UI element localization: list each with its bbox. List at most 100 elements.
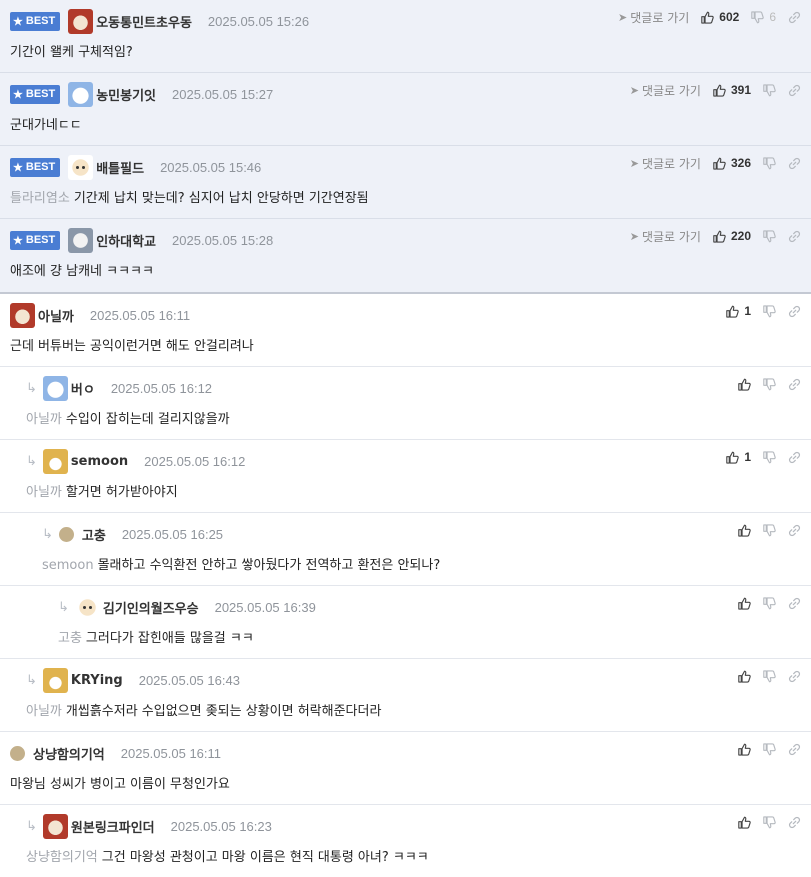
reply-target[interactable]: semoon xyxy=(42,558,94,573)
comment-actions xyxy=(738,521,801,539)
copy-link-button[interactable] xyxy=(788,378,801,391)
author-name[interactable]: semoon xyxy=(71,454,128,469)
downvote-button[interactable] xyxy=(763,377,776,391)
upvote-button[interactable]: 602 xyxy=(701,10,739,24)
author-name[interactable]: 배틀필드 xyxy=(96,158,144,177)
avatar xyxy=(74,594,100,620)
comment-text: 마왕님 성씨가 병이고 이름이 무청인가요 xyxy=(10,777,230,792)
thumbs-up-icon xyxy=(713,157,726,170)
thumbs-up-icon xyxy=(738,597,751,610)
reply-arrow-icon: ↳ xyxy=(26,453,37,469)
author-name[interactable]: 고충 xyxy=(82,525,106,544)
upvote-button[interactable] xyxy=(738,816,751,829)
best-badge-label: BEST xyxy=(25,161,56,173)
upvote-button[interactable]: 220 xyxy=(713,229,751,243)
link-icon xyxy=(788,157,801,170)
downvote-button[interactable]: 6 xyxy=(751,10,776,24)
downvote-button[interactable] xyxy=(763,156,776,170)
comment-text-row: 애조에 걍 남캐네 ㅋㅋㅋㅋ xyxy=(10,260,154,279)
reply-target[interactable]: 아닐까 xyxy=(26,412,62,427)
reply-target[interactable]: 틀라리염소 xyxy=(10,191,70,206)
upvote-button[interactable] xyxy=(738,743,751,756)
avatar xyxy=(68,154,94,180)
comment-actions xyxy=(738,813,801,831)
upvote-count: 391 xyxy=(730,83,751,97)
comment-text-row: 상냥함의기억 그건 마왕성 관청이고 마왕 이름은 현직 대통령 아녀? ㅋㅋㅋ xyxy=(26,846,429,865)
upvote-button[interactable] xyxy=(738,670,751,683)
copy-link-button[interactable] xyxy=(788,230,801,243)
author-name[interactable]: 아닐까 xyxy=(38,306,74,325)
thumbs-up-icon xyxy=(738,524,751,537)
author-name[interactable]: KRYing xyxy=(71,673,123,688)
best-comment: ★ BEST 오동통민트초우동 2025.05.05 15:26 기간이 왤케 구체적임… xyxy=(0,0,811,73)
copy-link-button[interactable] xyxy=(788,305,801,318)
comment-text: 애조에 걍 남캐네 ㅋㅋㅋㅋ xyxy=(10,264,154,279)
copy-link-button[interactable] xyxy=(788,157,801,170)
comment: 상냥함의기억 2025.05.05 16:11 마왕님 성씨가 병이고 이름이 무청… xyxy=(0,732,811,805)
copy-link-button[interactable] xyxy=(788,597,801,610)
upvote-count: 1 xyxy=(744,450,751,464)
reply-target[interactable]: 아닐까 xyxy=(26,485,62,500)
downvote-button[interactable] xyxy=(763,83,776,97)
downvote-button[interactable] xyxy=(763,815,776,829)
author-name[interactable]: 버ㅇ xyxy=(71,379,95,398)
comment-date: 2025.05.05 15:26 xyxy=(207,13,310,29)
copy-link-button[interactable] xyxy=(788,84,801,97)
author-name[interactable]: 오동통민트초우동 xyxy=(96,12,192,31)
downvote-button[interactable] xyxy=(763,742,776,756)
reply-target[interactable]: 고충 xyxy=(58,631,82,646)
comment-text: 근데 버튜버는 공익이런거면 해도 안걸리려나 xyxy=(10,339,254,354)
comment-date: 2025.05.05 16:25 xyxy=(121,526,224,542)
copy-link-button[interactable] xyxy=(788,11,801,24)
reply-arrow-icon: ↳ xyxy=(26,380,37,396)
comment-text: 군대가네ㄷㄷ xyxy=(10,118,82,133)
downvote-button[interactable] xyxy=(763,523,776,537)
copy-link-button[interactable] xyxy=(788,670,801,683)
goto-comment-link[interactable]: ➤ 댓글로 가기 xyxy=(630,155,701,172)
best-badge: ★ BEST xyxy=(10,230,61,250)
upvote-button[interactable]: 1 xyxy=(726,304,751,318)
copy-link-button[interactable] xyxy=(788,743,801,756)
reply-arrow-icon: ↳ xyxy=(58,599,69,615)
upvote-button[interactable] xyxy=(738,597,751,610)
author-name[interactable]: 농민봉기잇 xyxy=(96,85,156,104)
downvote-button[interactable] xyxy=(763,450,776,464)
thumbs-up-icon xyxy=(701,11,715,24)
comment-date: 2025.05.05 16:43 xyxy=(138,672,240,688)
reply-comment: ↳ 김기인의월즈우승 2025.05.05 16:39 고충 그러다가 잡힌애들 많을걸… xyxy=(0,586,811,659)
goto-comment-link[interactable]: ➤ 댓글로 가기 xyxy=(618,9,689,26)
goto-comment-link[interactable]: ➤ 댓글로 가기 xyxy=(630,82,701,99)
upvote-button[interactable] xyxy=(738,378,751,391)
downvote-button[interactable] xyxy=(763,669,776,683)
link-icon xyxy=(788,597,801,610)
reply-comment: ↳ 원본링크파인더 2025.05.05 16:23 상냥함의기억 그건 마왕성 관청이… xyxy=(0,805,811,877)
reply-target[interactable]: 상냥함의기억 xyxy=(26,850,98,865)
goto-comment-link[interactable]: ➤ 댓글로 가기 xyxy=(630,228,701,245)
link-icon xyxy=(788,84,801,97)
downvote-button[interactable] xyxy=(763,596,776,610)
comment-header: ↳ 원본링크파인더 2025.05.05 16:23 xyxy=(26,813,272,839)
comment-header: ↳ KRYing 2025.05.05 16:43 xyxy=(26,667,240,693)
comment-text-row: 아닐까 개씹흙수저라 수입없으면 좆되는 상황이면 허락해준다더라 xyxy=(26,700,381,719)
copy-link-button[interactable] xyxy=(788,451,801,464)
comment-header: ★ BEST 인하대학교 2025.05.05 15:28 xyxy=(10,227,273,253)
copy-link-button[interactable] xyxy=(788,816,801,829)
copy-link-button[interactable] xyxy=(788,524,801,537)
downvote-button[interactable] xyxy=(763,229,776,243)
upvote-button[interactable]: 1 xyxy=(726,450,751,464)
reply-target[interactable]: 아닐까 xyxy=(26,704,62,719)
author-name[interactable]: 김기인의월즈우승 xyxy=(103,598,199,617)
upvote-button[interactable]: 391 xyxy=(713,83,751,97)
upvote-button[interactable] xyxy=(738,524,751,537)
upvote-button[interactable]: 326 xyxy=(713,156,751,170)
comment-actions: ➤ 댓글로 가기 220 xyxy=(630,227,801,245)
author-name[interactable]: 상냥함의기억 xyxy=(33,744,105,763)
comment-section: ★ BEST 오동통민트초우동 2025.05.05 15:26 기간이 왤케 구체적임… xyxy=(0,0,811,877)
author-name[interactable]: 인하대학교 xyxy=(96,231,156,250)
upvote-count: 602 xyxy=(719,10,740,24)
comment-list: 아닐까 2025.05.05 16:11 근데 버튜버는 공익이런거면 해도 안걸리… xyxy=(0,294,811,877)
comment-text-row: semoon 몰래하고 수익환전 안하고 쌓아뒀다가 전역하고 환전은 안되나? xyxy=(42,554,440,573)
author-name[interactable]: 원본링크파인더 xyxy=(71,817,155,836)
goto-comment-label: 댓글로 가기 xyxy=(641,156,701,171)
downvote-button[interactable] xyxy=(763,304,776,318)
